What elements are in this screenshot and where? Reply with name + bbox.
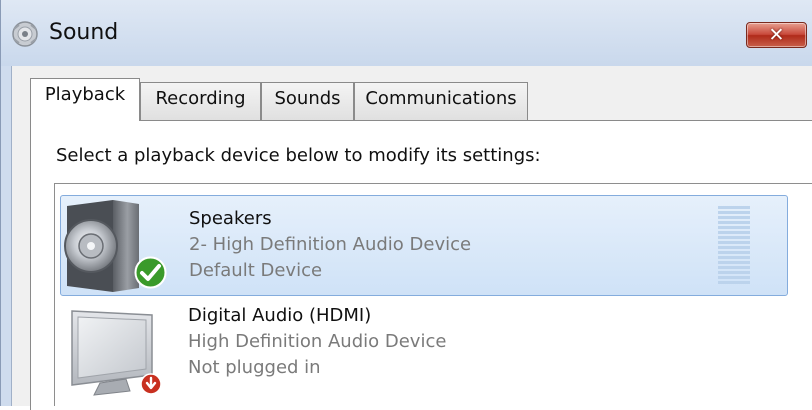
device-status: Default Device xyxy=(189,260,323,281)
sound-dialog: Sound ✕ Playback Recording Sounds Commun… xyxy=(0,0,812,410)
not-plugged-in-icon xyxy=(140,373,162,395)
default-device-check-icon xyxy=(134,256,167,289)
tab-playback[interactable]: Playback xyxy=(30,78,140,121)
sound-app-icon xyxy=(10,19,40,49)
tab-recording-label: Recording xyxy=(155,88,246,109)
title-bar[interactable]: Sound ✕ xyxy=(1,0,812,66)
window-title: Sound xyxy=(49,20,119,45)
device-driver: High Definition Audio Device xyxy=(188,331,447,352)
monitor-icon xyxy=(60,303,180,404)
close-icon: ✕ xyxy=(768,23,785,46)
device-name: Digital Audio (HDMI) xyxy=(188,305,372,326)
device-driver: 2- High Definition Audio Device xyxy=(189,234,472,255)
volume-level-meter xyxy=(718,206,750,288)
device-item-digital-audio-hdmi[interactable]: Digital Audio (HDMI) High Definition Aud… xyxy=(60,303,788,404)
device-item-speakers[interactable]: Speakers 2- High Definition Audio Device… xyxy=(60,195,788,296)
tab-sounds[interactable]: Sounds xyxy=(261,82,354,120)
tab-playback-label: Playback xyxy=(44,84,126,105)
tab-communications-label: Communications xyxy=(365,88,517,109)
tab-sounds-label: Sounds xyxy=(274,88,341,109)
close-button[interactable]: ✕ xyxy=(746,22,807,48)
playback-device-list[interactable]: Speakers 2- High Definition Audio Device… xyxy=(54,183,812,406)
device-name: Speakers xyxy=(189,208,272,229)
device-status: Not plugged in xyxy=(188,357,321,378)
tab-communications[interactable]: Communications xyxy=(354,82,528,120)
tab-recording[interactable]: Recording xyxy=(140,82,261,120)
playback-instruction: Select a playback device below to modify… xyxy=(56,145,541,166)
